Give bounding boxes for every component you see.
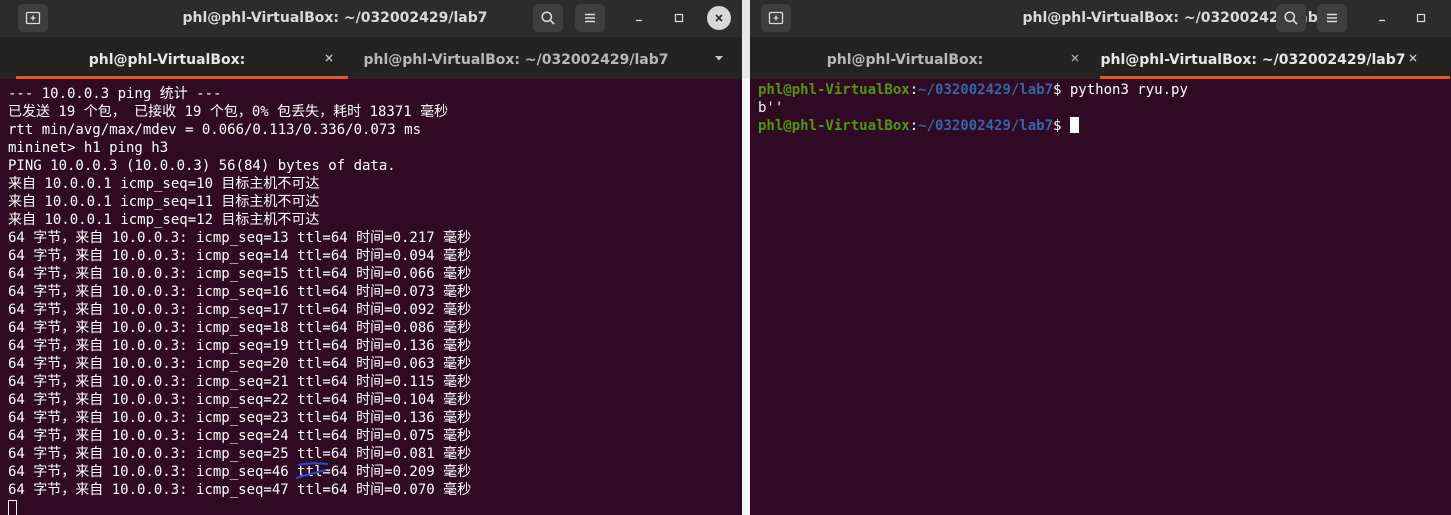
tab-close-button[interactable] (320, 49, 338, 67)
terminal-line: 来自 10.0.0.1 icmp_seq=12 目标主机不可达 (8, 212, 320, 228)
tab-label: phl@phl-VirtualBox: ~/032002429/lab7 (88, 52, 246, 114)
tab-1[interactable]: phl@phl-VirtualBox: ~/032002429/lab7 (16, 37, 348, 114)
terminal-line: 64 字节，来自 10.0.0.3: icmp_seq=24 ttl=64 时间… (8, 428, 472, 444)
hamburger-menu-icon (585, 13, 595, 23)
tab-2[interactable]: phl@phl-VirtualBox: ~/032002429/lab7 (352, 37, 680, 79)
search-button[interactable] (533, 4, 563, 32)
terminal-line: 来自 10.0.0.1 icmp_seq=10 目标主机不可达 (8, 176, 320, 192)
maximize-button[interactable] (667, 6, 691, 30)
terminal-line: 已发送 19 个包， 已接收 19 个包，0% 包丢失，耗时 18371 毫秒 (8, 104, 449, 120)
close-button[interactable] (707, 6, 731, 30)
tab-label: phl@phl-VirtualBox: ~/032002429/lab7 (826, 52, 984, 114)
minimize-icon (1379, 19, 1385, 22)
terminal-line: 64 字节，来自 10.0.0.3: icmp_seq=17 ttl=64 时间… (8, 302, 472, 318)
terminal-line: 64 字节，来自 10.0.0.3: icmp_seq=22 ttl=64 时间… (8, 392, 472, 408)
prompt-user: phl@phl-VirtualBox (758, 118, 910, 134)
menu-button[interactable] (1317, 4, 1347, 32)
right-tabbar: phl@phl-VirtualBox: ~/032002429/lab7 phl… (750, 37, 1451, 114)
left-terminal-window: phl@phl-VirtualBox: ~/032002429/lab7 phl… (0, 0, 742, 515)
terminal-line: 64 字节，来自 10.0.0.3: icmp_seq=21 ttl=64 时间… (8, 374, 472, 390)
tab-close-icon (325, 54, 333, 62)
terminal-line: 来自 10.0.0.1 icmp_seq=11 目标主机不可达 (8, 194, 320, 210)
terminal-line: 64 字节，来自 10.0.0.3: icmp_seq=16 ttl=64 时间… (8, 284, 472, 300)
text-cursor (8, 500, 17, 515)
tab-label: phl@phl-VirtualBox: ~/032002429/lab7 (363, 52, 669, 68)
right-terminal-window: phl@phl-VirtualBox: ~/032002429/lab7 phl… (750, 0, 1451, 515)
terminal-line: 64 字节，来自 10.0.0.3: icmp_seq=25 ttl=64 时间… (8, 446, 472, 462)
prompt-path: ~/032002429/lab7 (918, 118, 1054, 134)
desktop-strip (742, 78, 750, 515)
search-icon (1284, 11, 1298, 25)
prompt-user: phl@phl-VirtualBox (758, 82, 910, 98)
tab-close-button[interactable] (1066, 49, 1084, 67)
command-output: b'' (758, 100, 784, 116)
annotation-marks (295, 462, 329, 479)
terminal-line: 64 字节，来自 10.0.0.3: icmp_seq=13 ttl=64 时间… (8, 230, 472, 246)
tab-label: phl@phl-VirtualBox: ~/032002429/lab7 (1100, 52, 1406, 68)
window-title: phl@phl-VirtualBox: ~/032002429/lab7 (182, 10, 488, 26)
text-cursor (1069, 117, 1079, 133)
close-icon (715, 14, 723, 22)
maximize-icon (674, 13, 684, 23)
maximize-button[interactable] (1409, 6, 1433, 30)
tab-close-button[interactable] (1404, 49, 1422, 67)
tab-close-icon (1409, 54, 1417, 62)
terminal-line: 64 字节，来自 10.0.0.3: icmp_seq=19 ttl=64 时间… (8, 338, 472, 354)
terminal-line: 64 字节，来自 10.0.0.3: icmp_seq=46 ttl=64 时间… (8, 464, 472, 480)
terminal-line: 64 字节，来自 10.0.0.3: icmp_seq=18 ttl=64 时间… (8, 320, 472, 336)
minimize-icon (636, 19, 642, 22)
left-terminal-body[interactable]: --- 10.0.0.3 ping 统计 --- 已发送 19 个包， 已接收 1… (0, 79, 742, 515)
terminal-line: mininet> h1 ping h3 (8, 140, 169, 156)
terminal-line: 64 字节，来自 10.0.0.3: icmp_seq=14 ttl=64 时间… (8, 248, 472, 264)
new-tab-icon (768, 11, 784, 25)
tab-close-icon (1071, 54, 1079, 62)
terminal-line: 64 字节，来自 10.0.0.3: icmp_seq=23 ttl=64 时间… (8, 410, 472, 426)
minimize-button[interactable] (627, 6, 651, 30)
right-titlebar: phl@phl-VirtualBox: ~/032002429/lab7 (750, 0, 1451, 37)
terminal-line: --- 10.0.0.3 ping 统计 --- (8, 86, 222, 102)
terminal-line: 64 字节，来自 10.0.0.3: icmp_seq=15 ttl=64 时间… (8, 266, 472, 282)
terminal-line: 64 字节，来自 10.0.0.3: icmp_seq=47 ttl=64 时间… (8, 482, 472, 498)
command-line: phl@phl-VirtualBox:~/032002429/lab7$ pyt… (758, 82, 1188, 98)
new-tab-button[interactable] (18, 4, 48, 32)
prompt-path: ~/032002429/lab7 (918, 82, 1054, 98)
minimize-button[interactable] (1370, 6, 1394, 30)
right-terminal-body[interactable]: phl@phl-VirtualBox:~/032002429/lab7$ pyt… (750, 79, 1451, 515)
search-button[interactable] (1276, 4, 1306, 32)
left-tabbar: phl@phl-VirtualBox: ~/032002429/lab7 phl… (0, 37, 742, 114)
new-tab-icon (25, 11, 41, 25)
terminal-line: PING 10.0.0.3 (10.0.0.3) 56(84) bytes of… (8, 158, 396, 174)
tab-1[interactable]: phl@phl-VirtualBox: ~/032002429/lab7 (754, 37, 1092, 114)
tab-2[interactable]: phl@phl-VirtualBox: ~/032002429/lab7 (1100, 37, 1450, 79)
command-text: python3 ryu.py (1069, 82, 1188, 98)
active-prompt-line: phl@phl-VirtualBox:~/032002429/lab7$ (758, 117, 1079, 135)
terminal-line: 64 字节，来自 10.0.0.3: icmp_seq=20 ttl=64 时间… (8, 356, 472, 372)
left-titlebar: phl@phl-VirtualBox: ~/032002429/lab7 (0, 0, 742, 37)
search-icon (541, 11, 555, 25)
tabs-dropdown-icon (715, 56, 723, 61)
tabs-dropdown-button[interactable] (710, 49, 728, 67)
menu-button[interactable] (575, 4, 605, 32)
new-tab-button[interactable] (761, 4, 791, 32)
maximize-icon (1416, 13, 1426, 23)
terminal-line: rtt min/avg/max/mdev = 0.066/0.113/0.336… (8, 122, 422, 138)
hamburger-menu-icon (1327, 13, 1337, 23)
